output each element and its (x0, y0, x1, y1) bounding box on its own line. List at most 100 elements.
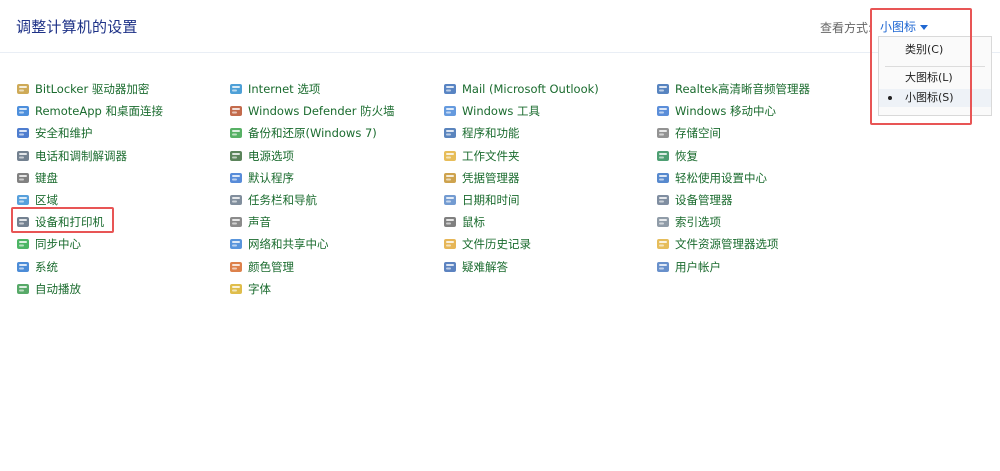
control-panel-item-label: 电源选项 (248, 148, 294, 163)
control-panel-item-label: 文件历史记录 (462, 237, 531, 252)
view-menu-item-label: 小图标(S) (905, 91, 954, 104)
control-panel-item-label: 鼠标 (462, 215, 485, 230)
control-panel-item-label: 文件资源管理器选项 (675, 237, 779, 252)
view-by-dropdown[interactable]: 小图标 (880, 18, 929, 35)
control-panel-item[interactable]: 轻松使用设置中心 (656, 167, 810, 189)
control-panel-item[interactable]: RemoteApp 和桌面连接 (16, 100, 163, 122)
view-menu: 类别(C) 大图标(L) 小图标(S) (878, 36, 992, 116)
mouse-icon (443, 215, 457, 229)
internet-icon (229, 82, 243, 96)
network-icon (229, 237, 243, 251)
device-manager-icon (656, 193, 670, 207)
control-panel-item[interactable]: 文件历史记录 (443, 233, 599, 255)
taskbar-icon (229, 193, 243, 207)
control-panel-item[interactable]: Windows 工具 (443, 100, 599, 122)
control-panel-item-label: 区域 (35, 193, 58, 208)
control-panel-item[interactable]: 颜色管理 (229, 256, 395, 278)
speaker-icon (229, 215, 243, 229)
control-panel-item[interactable]: BitLocker 驱动器加密 (16, 78, 163, 100)
control-panel-item[interactable]: 任务栏和导航 (229, 189, 395, 211)
control-panel-item[interactable]: 声音 (229, 211, 395, 233)
control-panel-column-3: Mail (Microsoft Outlook) Windows 工具 程序和功能工… (443, 78, 599, 278)
backup-icon (229, 126, 243, 140)
view-by-value: 小图标 (880, 20, 917, 34)
control-panel-item[interactable]: 自动播放 (16, 278, 163, 300)
control-panel-item[interactable]: 文件资源管理器选项 (656, 233, 810, 255)
control-panel-item[interactable]: 用户帐户 (656, 256, 810, 278)
control-panel-item-label: 存储空间 (675, 126, 721, 141)
mail-icon (443, 82, 457, 96)
ease-of-access-icon (656, 171, 670, 185)
control-panel-item[interactable]: 疑难解答 (443, 256, 599, 278)
control-panel-item[interactable]: Internet 选项 (229, 78, 395, 100)
control-panel-item[interactable]: Windows 移动中心 (656, 100, 810, 122)
control-panel-item[interactable]: Mail (Microsoft Outlook) (443, 78, 599, 100)
autoplay-icon (16, 282, 30, 296)
control-panel-item[interactable]: 恢复 (656, 145, 810, 167)
control-panel-item[interactable]: 同步中心 (16, 233, 163, 255)
control-panel-item-label: 默认程序 (248, 170, 294, 185)
control-panel-item-label: Realtek高清晰音频管理器 (675, 82, 811, 97)
control-panel-item-label: 轻松使用设置中心 (675, 170, 767, 185)
control-panel-item-label: 同步中心 (35, 237, 81, 252)
control-panel-item-label: 备份和还原(Windows 7) (248, 126, 377, 141)
folder-options-icon (656, 237, 670, 251)
control-panel-item[interactable]: 工作文件夹 (443, 145, 599, 167)
control-panel-item[interactable]: Realtek高清晰音频管理器 (656, 78, 810, 100)
control-panel-item-label: 恢复 (675, 148, 698, 163)
control-panel-item-label: 疑难解答 (462, 259, 508, 274)
view-menu-item-category[interactable]: 类别(C) (879, 41, 991, 59)
control-panel-item[interactable]: 日期和时间 (443, 189, 599, 211)
control-panel-item-label: 设备和打印机 (35, 215, 104, 230)
monitor-icon (16, 260, 30, 274)
keyboard-icon (16, 171, 30, 185)
control-panel-item[interactable]: 网络和共享中心 (229, 233, 395, 255)
control-panel-item[interactable]: 存储空间 (656, 122, 810, 144)
control-panel-item[interactable]: 凭据管理器 (443, 167, 599, 189)
control-panel-item[interactable]: 设备管理器 (656, 189, 810, 211)
control-panel-column-2: Internet 选项 Windows Defender 防火墙 备份和还原(Win… (229, 78, 395, 300)
control-panel-item[interactable]: 键盘 (16, 167, 163, 189)
control-panel-item[interactable]: 安全和维护 (16, 122, 163, 144)
globe-clock-icon (16, 193, 30, 207)
control-panel-item[interactable]: 区域 (16, 189, 163, 211)
flag-icon (16, 126, 30, 140)
view-menu-item-large-icons[interactable]: 大图标(L) (879, 69, 991, 87)
control-panel-item-label: Windows 移动中心 (675, 104, 776, 119)
control-panel-item[interactable]: 鼠标 (443, 211, 599, 233)
caret-down-icon (920, 24, 929, 30)
view-menu-item-small-icons[interactable]: 小图标(S) (879, 89, 991, 107)
control-panel-item[interactable]: 默认程序 (229, 167, 395, 189)
clock-icon (443, 193, 457, 207)
control-panel-item[interactable]: 索引选项 (656, 211, 810, 233)
control-panel-item-label: 声音 (248, 215, 271, 230)
font-icon (229, 282, 243, 296)
page-title: 调整计算机的设置 (16, 18, 138, 36)
recovery-icon (656, 149, 670, 163)
control-panel-item[interactable]: 电源选项 (229, 145, 395, 167)
control-panel-item[interactable]: 设备和打印机 (16, 211, 163, 233)
mobility-icon (656, 104, 670, 118)
control-panel-item-label: Windows Defender 防火墙 (248, 104, 395, 119)
view-menu-separator (885, 66, 985, 67)
control-panel-item-label: 网络和共享中心 (248, 237, 329, 252)
control-panel-item[interactable]: 系统 (16, 256, 163, 278)
default-programs-icon (229, 171, 243, 185)
control-panel-item[interactable]: 程序和功能 (443, 122, 599, 144)
control-panel-item-label: 用户帐户 (675, 259, 721, 274)
control-panel-item-label: 自动播放 (35, 281, 81, 296)
user-accounts-icon (656, 260, 670, 274)
control-panel-item[interactable]: 备份和还原(Windows 7) (229, 122, 395, 144)
control-panel-item-label: 索引选项 (675, 215, 721, 230)
view-menu-item-label: 大图标(L) (905, 71, 953, 84)
power-icon (229, 149, 243, 163)
control-panel-item[interactable]: 字体 (229, 278, 395, 300)
control-panel-item[interactable]: Windows Defender 防火墙 (229, 100, 395, 122)
color-icon (229, 260, 243, 274)
control-panel-item-label: Mail (Microsoft Outlook) (462, 82, 599, 97)
control-panel-item-label: BitLocker 驱动器加密 (35, 82, 150, 97)
control-panel-item[interactable]: 电话和调制解调器 (16, 145, 163, 167)
control-panel-item-label: 颜色管理 (248, 259, 294, 274)
control-panel-item-label: RemoteApp 和桌面连接 (35, 104, 163, 119)
firewall-icon (229, 104, 243, 118)
